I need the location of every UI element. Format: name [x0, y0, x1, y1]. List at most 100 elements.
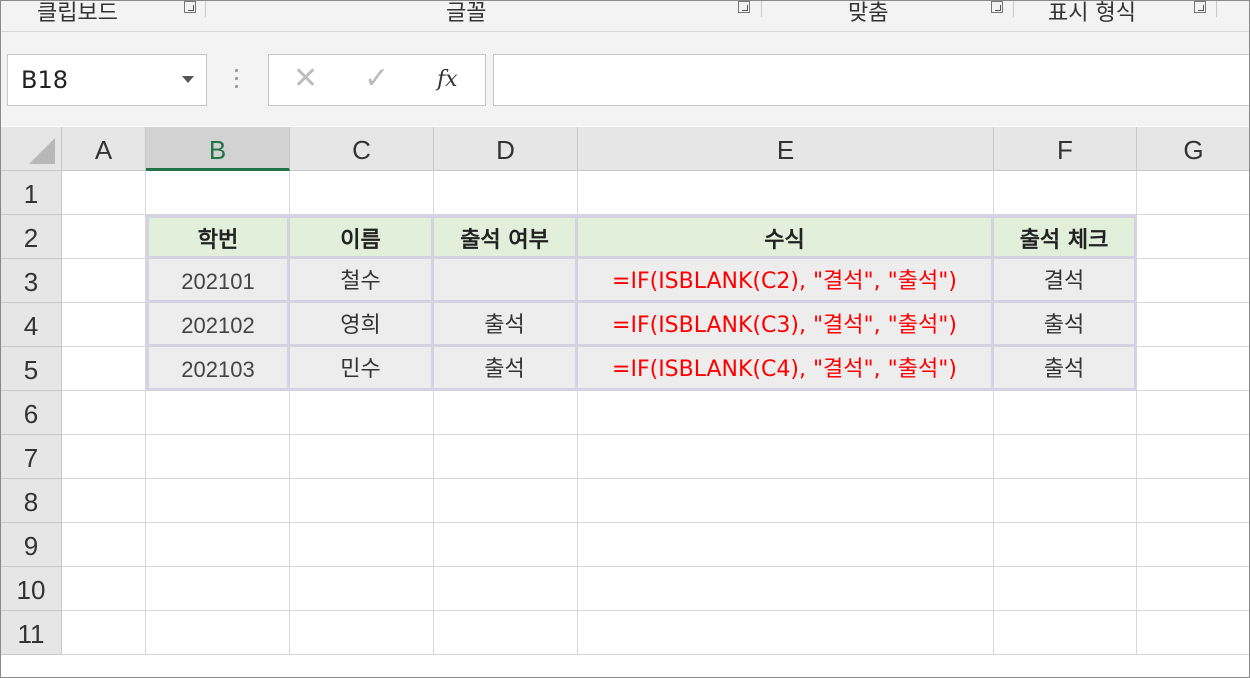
table-cell[interactable]: =IF(ISBLANK(C3), "결석", "출석"): [578, 303, 994, 347]
table-cell[interactable]: 출석: [434, 303, 578, 347]
cell-g11[interactable]: [1137, 611, 1249, 655]
table-cell[interactable]: =IF(ISBLANK(C4), "결석", "출석"): [578, 347, 994, 391]
cell-a8[interactable]: [62, 479, 146, 523]
row-header-9[interactable]: 9: [1, 523, 62, 567]
cell-f1[interactable]: [994, 171, 1137, 215]
column-header-c[interactable]: C: [290, 127, 434, 171]
row-header-7[interactable]: 7: [1, 435, 62, 479]
cell-b10[interactable]: [146, 567, 290, 611]
cell-e7[interactable]: [578, 435, 994, 479]
cell-g8[interactable]: [1137, 479, 1249, 523]
cell-a11[interactable]: [62, 611, 146, 655]
cell-g9[interactable]: [1137, 523, 1249, 567]
cell-e9[interactable]: [578, 523, 994, 567]
table-cell[interactable]: 202103: [146, 347, 290, 391]
cell-a6[interactable]: [62, 391, 146, 435]
table-cell[interactable]: 출석: [434, 347, 578, 391]
cell-f7[interactable]: [994, 435, 1137, 479]
cell-a10[interactable]: [62, 567, 146, 611]
cell-e6[interactable]: [578, 391, 994, 435]
cell-d9[interactable]: [434, 523, 578, 567]
cell-a1[interactable]: [62, 171, 146, 215]
table-cell[interactable]: 202101: [146, 259, 290, 303]
cell-c9[interactable]: [290, 523, 434, 567]
row-header-5[interactable]: 5: [1, 347, 62, 391]
table-cell[interactable]: =IF(ISBLANK(C2), "결석", "출석"): [578, 259, 994, 303]
cell-g4[interactable]: [1137, 303, 1249, 347]
table-cell[interactable]: 출석: [994, 347, 1137, 391]
cell-d1[interactable]: [434, 171, 578, 215]
cell-g7[interactable]: [1137, 435, 1249, 479]
cell-a9[interactable]: [62, 523, 146, 567]
cell-a7[interactable]: [62, 435, 146, 479]
cell-d8[interactable]: [434, 479, 578, 523]
dialog-launcher-icon[interactable]: [1194, 1, 1206, 13]
table-header-cell[interactable]: 학번: [146, 215, 290, 259]
cell-g5[interactable]: [1137, 347, 1249, 391]
table-cell[interactable]: 출석: [994, 303, 1137, 347]
cell-d10[interactable]: [434, 567, 578, 611]
cell-e10[interactable]: [578, 567, 994, 611]
table-cell[interactable]: [434, 259, 578, 303]
cell-b7[interactable]: [146, 435, 290, 479]
cell-e8[interactable]: [578, 479, 994, 523]
cell-b1[interactable]: [146, 171, 290, 215]
cell-c7[interactable]: [290, 435, 434, 479]
cell-f6[interactable]: [994, 391, 1137, 435]
cancel-icon[interactable]: ✕: [293, 61, 318, 96]
cell-c6[interactable]: [290, 391, 434, 435]
row-header-1[interactable]: 1: [1, 171, 62, 215]
name-box[interactable]: B18: [7, 54, 207, 106]
table-cell[interactable]: 202102: [146, 303, 290, 347]
formula-input[interactable]: [493, 54, 1249, 106]
table-cell[interactable]: 민수: [290, 347, 434, 391]
cell-b9[interactable]: [146, 523, 290, 567]
cell-d11[interactable]: [434, 611, 578, 655]
table-header-cell[interactable]: 수식: [578, 215, 994, 259]
column-header-f[interactable]: F: [994, 127, 1137, 171]
table-header-cell[interactable]: 출석 여부: [434, 215, 578, 259]
cell-c8[interactable]: [290, 479, 434, 523]
grip-icon[interactable]: [235, 69, 239, 91]
cell-f8[interactable]: [994, 479, 1137, 523]
dialog-launcher-icon[interactable]: [184, 1, 196, 13]
table-header-cell[interactable]: 이름: [290, 215, 434, 259]
cell-g10[interactable]: [1137, 567, 1249, 611]
cell-g2[interactable]: [1137, 215, 1249, 259]
cell-c10[interactable]: [290, 567, 434, 611]
row-header-3[interactable]: 3: [1, 259, 62, 303]
enter-icon[interactable]: ✓: [364, 61, 389, 96]
cell-a3[interactable]: [62, 259, 146, 303]
cell-g3[interactable]: [1137, 259, 1249, 303]
cell-a2[interactable]: [62, 215, 146, 259]
row-header-10[interactable]: 10: [1, 567, 62, 611]
cell-f11[interactable]: [994, 611, 1137, 655]
column-header-d[interactable]: D: [434, 127, 578, 171]
cell-d6[interactable]: [434, 391, 578, 435]
select-all-button[interactable]: [1, 127, 62, 171]
cell-b8[interactable]: [146, 479, 290, 523]
row-header-4[interactable]: 4: [1, 303, 62, 347]
dialog-launcher-icon[interactable]: [738, 1, 750, 13]
cell-f10[interactable]: [994, 567, 1137, 611]
cell-e1[interactable]: [578, 171, 994, 215]
cell-c11[interactable]: [290, 611, 434, 655]
row-header-8[interactable]: 8: [1, 479, 62, 523]
column-header-g[interactable]: G: [1137, 127, 1249, 171]
row-header-2[interactable]: 2: [1, 215, 62, 259]
cell-a4[interactable]: [62, 303, 146, 347]
cell-g6[interactable]: [1137, 391, 1249, 435]
dialog-launcher-icon[interactable]: [991, 1, 1003, 13]
cell-e11[interactable]: [578, 611, 994, 655]
column-header-e[interactable]: E: [578, 127, 994, 171]
cell-d7[interactable]: [434, 435, 578, 479]
table-cell[interactable]: 영희: [290, 303, 434, 347]
row-header-6[interactable]: 6: [1, 391, 62, 435]
row-header-11[interactable]: 11: [1, 611, 62, 655]
cell-f9[interactable]: [994, 523, 1137, 567]
column-header-b[interactable]: B: [146, 127, 290, 171]
table-cell[interactable]: 결석: [994, 259, 1137, 303]
column-header-a[interactable]: A: [62, 127, 146, 171]
cell-b11[interactable]: [146, 611, 290, 655]
table-cell[interactable]: 철수: [290, 259, 434, 303]
